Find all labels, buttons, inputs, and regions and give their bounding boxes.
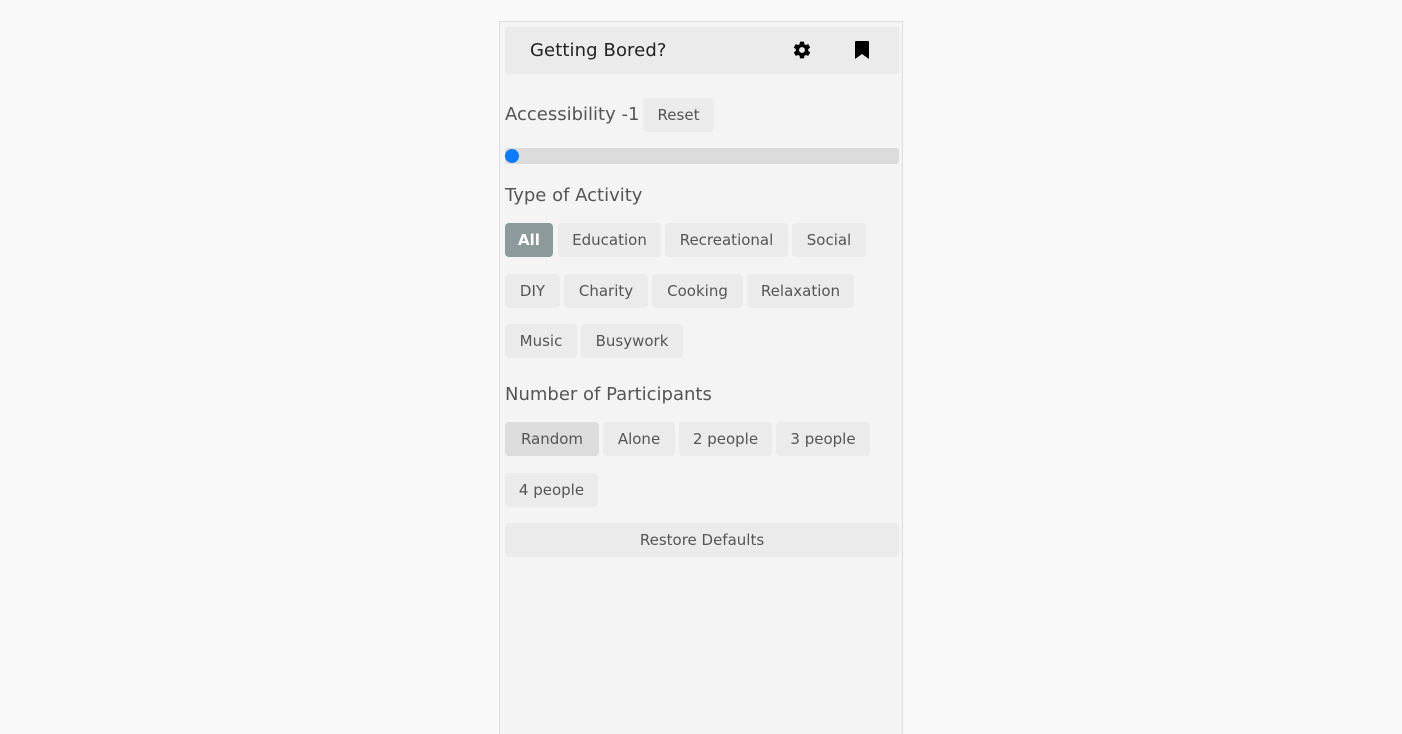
- activity-chip-diy[interactable]: DIY: [505, 274, 560, 308]
- participants-chip-random[interactable]: Random: [505, 422, 599, 456]
- participants-chip-3-people[interactable]: 3 people: [776, 422, 870, 456]
- activity-chip-cooking[interactable]: Cooking: [652, 274, 743, 308]
- participants-chip-4-people[interactable]: 4 people: [505, 473, 598, 507]
- accessibility-label: Accessibility -1: [505, 104, 640, 125]
- activity-chip-busywork[interactable]: Busywork: [581, 324, 683, 358]
- activity-type-label: Type of Activity: [505, 185, 643, 206]
- settings-panel: Getting Bored? Accessibility -1 Reset Ty…: [499, 21, 903, 734]
- activity-chip-recreational[interactable]: Recreational: [665, 223, 788, 257]
- app-header: Getting Bored?: [505, 27, 899, 74]
- participants-label: Number of Participants: [505, 384, 712, 405]
- bookmark-icon[interactable]: [851, 39, 873, 61]
- restore-defaults-button[interactable]: Restore Defaults: [505, 523, 899, 557]
- activity-chip-music[interactable]: Music: [505, 324, 577, 358]
- gear-icon[interactable]: [791, 39, 813, 61]
- activity-chip-relaxation[interactable]: Relaxation: [747, 274, 854, 308]
- activity-chip-social[interactable]: Social: [792, 223, 866, 257]
- participants-chip-2-people[interactable]: 2 people: [679, 422, 772, 456]
- activity-chip-all[interactable]: All: [505, 223, 553, 257]
- reset-button[interactable]: Reset: [643, 98, 714, 132]
- activity-chip-charity[interactable]: Charity: [564, 274, 648, 308]
- accessibility-slider[interactable]: [505, 148, 899, 164]
- participants-chip-alone[interactable]: Alone: [603, 422, 675, 456]
- app-title: Getting Bored?: [530, 40, 667, 61]
- activity-chip-education[interactable]: Education: [558, 223, 661, 257]
- slider-thumb[interactable]: [505, 149, 519, 163]
